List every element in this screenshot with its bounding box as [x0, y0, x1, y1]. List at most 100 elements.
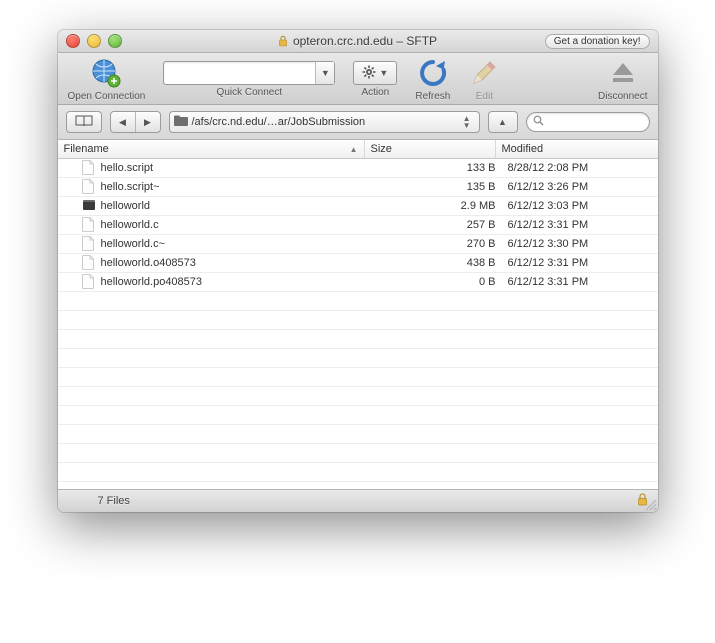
empty-row — [58, 292, 658, 311]
empty-row — [58, 311, 658, 330]
path-dropdown[interactable]: /afs/crc.nd.edu/…ar/JobSubmission ▲▼ — [169, 111, 480, 133]
history-nav: ◀ ▶ — [110, 111, 161, 133]
file-modified: 6/12/12 3:30 PM — [504, 238, 658, 250]
titlebar: opteron.crc.nd.edu – SFTP Get a donation… — [58, 30, 658, 53]
edit-button[interactable]: Edit — [468, 57, 500, 102]
table-row[interactable]: helloworld.c 257 B6/12/12 3:31 PM — [58, 216, 658, 235]
file-icon — [82, 274, 96, 290]
column-size[interactable]: Size — [365, 140, 496, 158]
pencil-icon — [468, 57, 500, 89]
file-size: 270 B — [378, 238, 504, 250]
refresh-button[interactable]: Refresh — [415, 57, 450, 102]
minimize-window-button[interactable] — [87, 34, 101, 48]
globe-plus-icon — [90, 57, 122, 89]
quick-connect: ▼ Quick Connect — [163, 57, 335, 98]
navbar: ◀ ▶ /afs/crc.nd.edu/…ar/JobSubmission ▲▼… — [58, 105, 658, 140]
file-name: hello.script~ — [101, 181, 160, 193]
table-row[interactable]: helloworld.c~ 270 B6/12/12 3:30 PM — [58, 235, 658, 254]
column-modified[interactable]: Modified — [496, 140, 658, 158]
column-headers: Filename ▲ Size Modified — [58, 140, 658, 159]
action-menu-button[interactable]: ▼ Action — [353, 57, 397, 98]
go-up-button[interactable]: ▲ — [488, 111, 518, 133]
close-window-button[interactable] — [66, 34, 80, 48]
file-modified: 8/28/12 2:08 PM — [504, 162, 658, 174]
gear-icon — [362, 65, 376, 82]
file-modified: 6/12/12 3:26 PM — [504, 181, 658, 193]
table-row[interactable]: helloworld.o408573 438 B6/12/12 3:31 PM — [58, 254, 658, 273]
file-name: helloworld.po408573 — [101, 276, 203, 288]
file-size: 135 B — [378, 181, 504, 193]
quick-connect-dropdown[interactable]: ▼ — [315, 62, 334, 84]
empty-row — [58, 387, 658, 406]
file-icon — [82, 217, 96, 233]
open-connection-button[interactable]: Open Connection — [68, 57, 146, 102]
arrow-up-icon: ▲ — [498, 117, 507, 127]
zoom-window-button[interactable] — [108, 34, 122, 48]
file-size: 257 B — [378, 219, 504, 231]
search-input[interactable] — [548, 115, 643, 129]
file-icon — [82, 236, 96, 252]
arrow-right-icon: ▶ — [144, 117, 151, 128]
quick-connect-input[interactable] — [164, 62, 315, 84]
status-count: 7 Files — [98, 495, 130, 507]
search-field[interactable] — [526, 112, 650, 132]
lock-icon — [278, 35, 288, 47]
empty-row — [58, 444, 658, 463]
chevron-updown-icon: ▲▼ — [459, 115, 475, 129]
table-row[interactable]: hello.script133 B8/28/12 2:08 PM — [58, 159, 658, 178]
table-row[interactable]: helloworld.po408573 0 B6/12/12 3:31 PM — [58, 273, 658, 292]
chevron-down-icon: ▼ — [321, 68, 330, 78]
empty-row — [58, 463, 658, 482]
file-name: helloworld.o408573 — [101, 257, 196, 269]
resize-grip-icon[interactable] — [644, 498, 656, 510]
toolbar-label: Action — [361, 87, 389, 98]
empty-row — [58, 349, 658, 368]
executable-icon — [82, 198, 96, 214]
empty-row — [58, 330, 658, 349]
bookmarks-button[interactable] — [66, 111, 102, 133]
book-icon — [75, 115, 93, 130]
file-modified: 6/12/12 3:31 PM — [504, 219, 658, 231]
file-name: helloworld.c~ — [101, 238, 166, 250]
gear-dropdown-button[interactable]: ▼ — [353, 61, 397, 85]
forward-button[interactable]: ▶ — [136, 112, 160, 132]
toolbar-label: Open Connection — [68, 91, 146, 102]
file-modified: 6/12/12 3:31 PM — [504, 257, 658, 269]
empty-row — [58, 406, 658, 425]
toolbar-label: Disconnect — [598, 91, 647, 102]
disconnect-button[interactable]: Disconnect — [598, 57, 647, 102]
empty-row — [58, 425, 658, 444]
file-size: 438 B — [378, 257, 504, 269]
empty-row — [58, 482, 658, 489]
file-name: helloworld.c — [101, 219, 159, 231]
eject-icon — [607, 57, 639, 89]
toolbar-label: Refresh — [415, 91, 450, 102]
table-row[interactable]: hello.script~ 135 B6/12/12 3:26 PM — [58, 178, 658, 197]
quick-connect-field[interactable]: ▼ — [163, 61, 335, 85]
refresh-icon — [417, 57, 449, 89]
toolbar-label: Edit — [476, 91, 493, 102]
file-name: hello.script — [101, 162, 154, 174]
column-label: Size — [371, 143, 392, 155]
file-name: helloworld — [101, 200, 151, 212]
app-window: opteron.crc.nd.edu – SFTP Get a donation… — [58, 30, 658, 512]
empty-row — [58, 368, 658, 387]
column-label: Filename — [64, 143, 109, 155]
toolbar: Open Connection ▼ Quick Connect ▼ Action… — [58, 53, 658, 105]
column-filename[interactable]: Filename ▲ — [58, 140, 365, 158]
sort-ascending-icon: ▲ — [350, 145, 358, 154]
folder-icon — [174, 115, 188, 129]
chevron-down-icon: ▼ — [379, 68, 388, 78]
file-size: 0 B — [378, 276, 504, 288]
file-icon — [82, 160, 96, 176]
file-list[interactable]: hello.script133 B8/28/12 2:08 PMhello.sc… — [58, 159, 658, 489]
arrow-left-icon: ◀ — [119, 117, 126, 128]
file-modified: 6/12/12 3:03 PM — [504, 200, 658, 212]
back-button[interactable]: ◀ — [111, 112, 136, 132]
file-icon — [82, 255, 96, 271]
table-row[interactable]: helloworld2.9 MB6/12/12 3:03 PM — [58, 197, 658, 216]
donation-button[interactable]: Get a donation key! — [545, 34, 650, 49]
statusbar: 7 Files — [58, 489, 658, 512]
toolbar-label: Quick Connect — [217, 87, 283, 98]
file-modified: 6/12/12 3:31 PM — [504, 276, 658, 288]
